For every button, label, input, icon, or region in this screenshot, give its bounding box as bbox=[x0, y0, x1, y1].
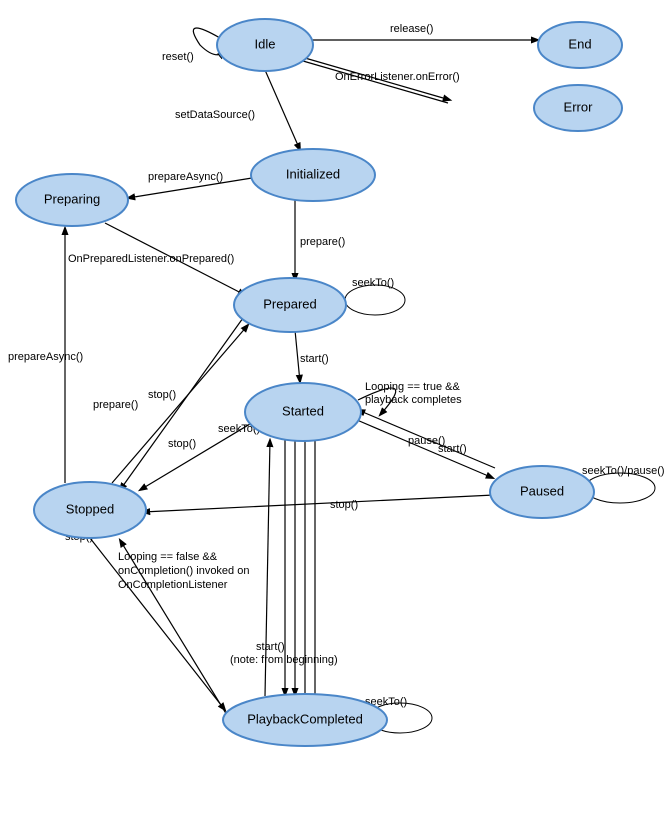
label-note-beginning: (note: from beginning) bbox=[230, 654, 338, 666]
label-prepareasync-stopped: prepareAsync() bbox=[8, 351, 83, 363]
transition-setdatasource bbox=[265, 70, 300, 150]
label-onerror: OnErrorListener.onError() bbox=[335, 71, 460, 83]
state-idle-label: Idle bbox=[255, 36, 276, 51]
state-prepared-label: Prepared bbox=[263, 296, 316, 311]
state-paused-label: Paused bbox=[520, 483, 564, 498]
label-seekto-paused: seekTo()/pause() bbox=[582, 465, 665, 477]
label-start-paused: start() bbox=[438, 443, 467, 455]
selfloop-seekto-paused bbox=[585, 473, 655, 503]
transition-stop-paused bbox=[143, 495, 494, 512]
state-error-label: Error bbox=[564, 99, 594, 114]
label-prepareasync1: prepareAsync() bbox=[148, 171, 223, 183]
selfloop-seekto-prepared bbox=[345, 285, 405, 315]
label-looping-true2: playback completes bbox=[365, 394, 462, 406]
transition-start-paused bbox=[358, 410, 495, 468]
label-looping-false2: onCompletion() invoked on bbox=[118, 565, 249, 577]
label-looping-false3: OnCompletionListener bbox=[118, 579, 228, 591]
label-release: release() bbox=[390, 23, 433, 35]
state-stopped-label: Stopped bbox=[66, 501, 114, 516]
transition-stop-prepared bbox=[120, 318, 243, 490]
label-stop-prepared: stop() bbox=[148, 389, 176, 401]
label-onprepared: OnPreparedListener.onPrepared() bbox=[68, 253, 234, 265]
label-stop-started: stop() bbox=[168, 438, 196, 450]
transition-pause bbox=[357, 420, 493, 478]
label-stop-paused: stop() bbox=[330, 499, 358, 511]
diagram-container: release() OnErrorListener.onError() rese… bbox=[0, 0, 665, 813]
label-reset: reset() bbox=[162, 51, 194, 63]
state-end-label: End bbox=[568, 36, 591, 51]
label-start1: start() bbox=[300, 353, 329, 365]
state-preparing-label: Preparing bbox=[44, 191, 100, 206]
transition-stopped-playback bbox=[90, 538, 225, 710]
state-started-label: Started bbox=[282, 403, 324, 418]
label-setdatasource: setDataSource() bbox=[175, 109, 255, 121]
state-initialized-label: Initialized bbox=[286, 166, 340, 181]
label-prepare-stopped: prepare() bbox=[93, 399, 138, 411]
state-diagram: release() OnErrorListener.onError() rese… bbox=[0, 0, 665, 813]
label-start-from-beginning: start() bbox=[256, 641, 285, 653]
state-playbackcompleted-label: PlaybackCompleted bbox=[247, 711, 363, 726]
label-prepare1: prepare() bbox=[300, 236, 345, 248]
label-seekto-prepared: seekTo() bbox=[352, 277, 394, 289]
